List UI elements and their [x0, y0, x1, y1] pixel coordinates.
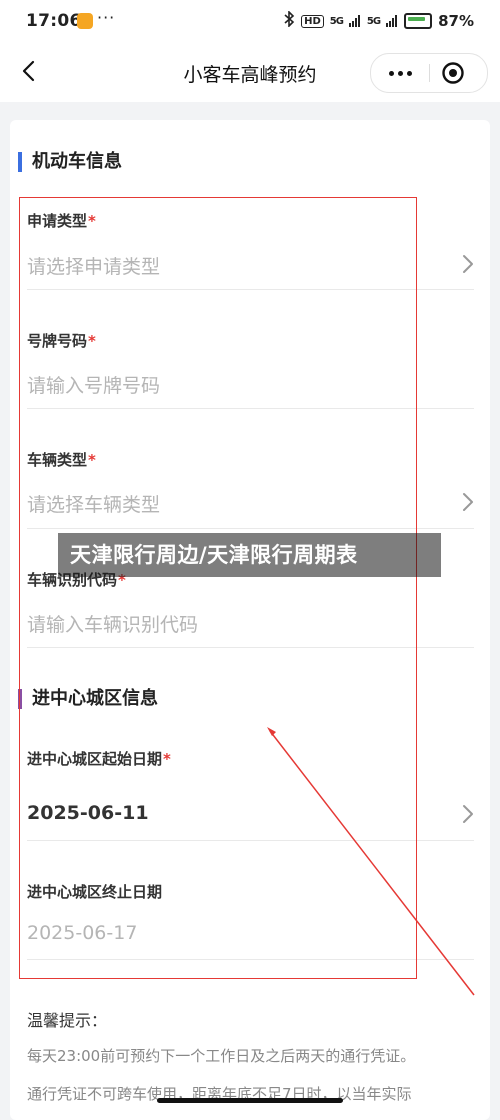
hd-badge: HD [301, 14, 324, 28]
nav-bar: 小客车高峰预约 [0, 44, 500, 102]
divider [27, 840, 474, 841]
chevron-right-icon[interactable] [461, 491, 475, 513]
divider [27, 959, 474, 960]
form-card: 机动车信息 申请类型* 请选择申请类型 号牌号码* 请输入号牌号码 车辆类型* … [10, 120, 490, 1120]
bluetooth-icon [283, 10, 295, 31]
more-dots-icon[interactable] [371, 54, 429, 92]
app-notification-icon [77, 13, 93, 29]
signal-bars-icon-1 [348, 15, 360, 27]
section-title-city: 进中心城区信息 [18, 689, 158, 709]
signal-icon-2: 5G [366, 15, 381, 27]
status-right: HD 5G 5G 87% [283, 10, 474, 31]
field-label-end-date: 进中心城区终止日期 [27, 883, 163, 901]
chevron-right-icon[interactable] [461, 803, 475, 825]
divider [27, 289, 474, 290]
plate-number-input[interactable]: 请输入号牌号码 [27, 371, 160, 398]
section-title-vehicle: 机动车信息 [18, 152, 122, 172]
target-close-icon[interactable] [440, 60, 466, 86]
divider [27, 528, 474, 529]
end-date-value: 2025-06-17 [27, 922, 138, 944]
field-label-start-date: 进中心城区起始日期* [27, 750, 171, 768]
start-date-select[interactable]: 2025-06-11 [27, 802, 149, 824]
apply-type-select[interactable]: 请选择申请类型 [27, 252, 160, 279]
field-label-vehicle-type: 车辆类型* [27, 451, 96, 469]
signal-icon-1: 5G [329, 15, 344, 27]
battery-icon [404, 13, 433, 29]
status-time: 17:06 [26, 11, 82, 31]
home-indicator[interactable] [157, 1098, 343, 1103]
battery-level: 87% [438, 12, 474, 30]
field-label-apply-type: 申请类型* [27, 212, 96, 230]
divider [27, 647, 474, 648]
chevron-right-icon[interactable] [461, 253, 475, 275]
signal-bars-icon-2 [386, 15, 398, 27]
divider [27, 408, 474, 409]
mini-program-capsule [370, 53, 488, 93]
vehicle-type-select[interactable]: 请选择车辆类型 [27, 490, 160, 517]
vin-input[interactable]: 请输入车辆识别代码 [27, 610, 198, 637]
watermark-banner: 天津限行周边/天津限行周期表 [58, 533, 441, 577]
tips-title: 温馨提示： [27, 1011, 108, 1030]
tips-line-1: 每天23:00前可预约下一个工作日及之后两天的通行凭证。 [27, 1047, 416, 1065]
status-bar: 17:06 ··· HD 5G 5G 87% [0, 0, 500, 44]
capsule-divider [429, 64, 430, 82]
field-label-plate-number: 号牌号码* [27, 332, 96, 350]
notification-dots: ··· [97, 8, 116, 27]
